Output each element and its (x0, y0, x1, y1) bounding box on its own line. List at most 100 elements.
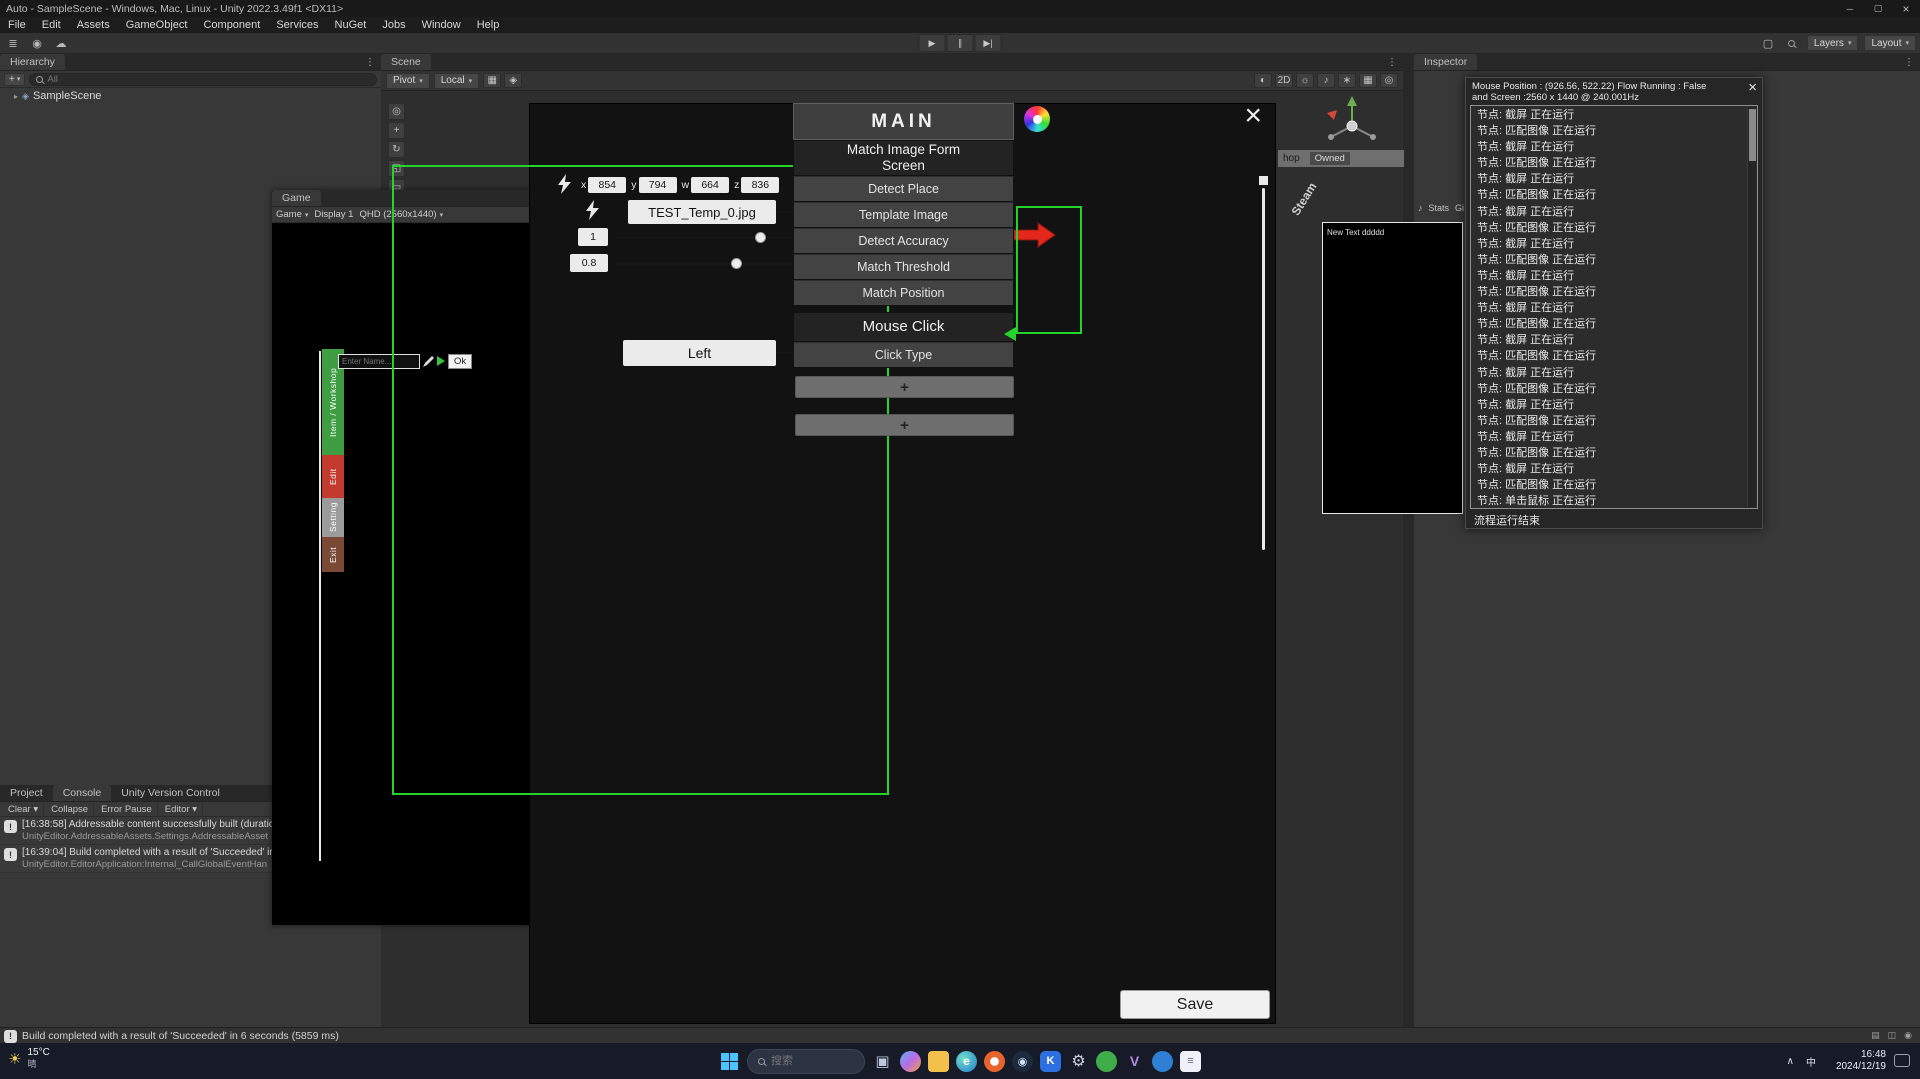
coordinate-field[interactable]: 854 (588, 177, 626, 193)
close-button[interactable]: × (1892, 0, 1920, 17)
add-object-button[interactable]: + ▾ (4, 73, 25, 86)
cloud-icon[interactable]: ☁ (52, 35, 70, 51)
menu-item[interactable]: NuGet (327, 17, 375, 33)
layers-dropdown[interactable]: Layers ▾ (1807, 35, 1859, 51)
maximize-button[interactable]: ▢ (1864, 0, 1892, 17)
task-view-icon[interactable]: ▣ (872, 1051, 893, 1072)
hierarchy-search-input[interactable] (47, 74, 370, 85)
blue-app-icon[interactable] (1152, 1051, 1173, 1072)
start-button[interactable] (719, 1051, 740, 1072)
click-type-dropdown[interactable]: Left (623, 340, 776, 366)
log-close-button[interactable]: × (1748, 79, 1757, 96)
2d-toggle[interactable]: 2D (1275, 73, 1293, 88)
template-image-field[interactable]: TEST_Temp_0.jpg (628, 200, 776, 224)
weather-widget[interactable]: ☀ 15°C 晴 (8, 1047, 50, 1070)
kebab-icon[interactable]: ⋮ (359, 54, 381, 70)
edge-icon[interactable]: e (956, 1051, 977, 1072)
grid-snap-icon[interactable]: ▦ (483, 73, 501, 88)
coordinate-field[interactable]: 794 (639, 177, 677, 193)
search-icon[interactable] (1783, 35, 1801, 51)
game-menu-item-exit[interactable]: Exit (322, 537, 344, 572)
status-icon[interactable]: ▤ (1871, 1030, 1880, 1041)
threshold-slider-knob[interactable] (731, 258, 742, 269)
grid-visibility-icon[interactable]: ▦ (1359, 73, 1377, 88)
display-dropdown[interactable]: Display 1 (314, 209, 353, 220)
expander-icon[interactable]: ▸ (14, 92, 18, 101)
menu-item[interactable]: Component (195, 17, 268, 33)
snap-icon[interactable]: ◈ (504, 73, 522, 88)
hierarchy-item-samplescene[interactable]: ▸ ◈ SampleScene (0, 88, 381, 104)
dialog-scrollbar-knob[interactable] (1259, 176, 1268, 185)
coordinate-field[interactable]: 664 (691, 177, 729, 193)
grid-icon[interactable]: ≣ (4, 35, 22, 51)
settings-icon[interactable]: ⚙ (1068, 1051, 1089, 1072)
taskbar-search-input[interactable] (771, 1055, 854, 1067)
menu-item[interactable]: Assets (69, 17, 118, 33)
pencil-icon[interactable] (423, 356, 434, 367)
green-app-icon[interactable] (1096, 1051, 1117, 1072)
accuracy-value-field[interactable]: 1 (578, 228, 608, 246)
taskbar-clock[interactable]: 16:48 2024/12/19 (1836, 1049, 1886, 1073)
log-scrollbar[interactable] (1747, 107, 1756, 507)
tab-scene[interactable]: Scene (381, 54, 431, 70)
name-input[interactable] (338, 354, 420, 369)
resolution-dropdown[interactable]: QHD (2560x1440) ▾ (359, 209, 443, 220)
notification-center-icon[interactable] (1894, 1054, 1910, 1067)
menu-item[interactable]: Edit (34, 17, 69, 33)
audio-mute-icon[interactable]: ♪ (1418, 203, 1423, 213)
tab-console[interactable]: Console (53, 785, 112, 801)
k-app-icon[interactable]: K (1040, 1051, 1061, 1072)
game-menu-item-edit[interactable]: Edit (322, 455, 344, 498)
handle-rotation-dropdown[interactable]: Local ▾ (434, 73, 479, 89)
console-toolbar-button[interactable]: Error Pause (96, 803, 158, 816)
dialog-close-button[interactable]: × (1244, 99, 1262, 133)
accuracy-slider-knob[interactable] (755, 232, 766, 243)
kebab-icon[interactable]: ⋮ (1898, 54, 1920, 70)
vs-icon[interactable]: V (1124, 1051, 1145, 1072)
hierarchy-search[interactable] (29, 73, 377, 86)
browser-icon[interactable] (984, 1051, 1005, 1072)
log-scrollbar-thumb[interactable] (1749, 109, 1756, 161)
status-icon[interactable]: ◫ (1888, 1030, 1897, 1041)
menu-item[interactable]: Window (414, 17, 469, 33)
stats-toggle[interactable]: Stats (1428, 203, 1449, 213)
mouse-click-node[interactable]: Mouse Click Click Type (793, 312, 1014, 368)
shaded-mode-icon[interactable]: ◐ (1254, 73, 1272, 88)
steam-icon[interactable]: ◉ (1012, 1051, 1033, 1072)
gizmos-dropdown[interactable]: Gi (1455, 203, 1464, 213)
tab-project[interactable]: Project (0, 785, 53, 801)
step-button[interactable]: ▶| (975, 34, 1002, 52)
console-toolbar-button[interactable]: Collapse (46, 803, 94, 816)
tab-hierarchy[interactable]: Hierarchy (0, 54, 65, 70)
menu-item[interactable]: Help (469, 17, 508, 33)
add-node-button[interactable]: + (795, 376, 1014, 398)
gizmos-icon[interactable]: ◎ (1380, 73, 1398, 88)
file-explorer-icon[interactable] (928, 1051, 949, 1072)
ime-language-indicator[interactable]: 中 (1806, 1054, 1816, 1069)
game-menu-item-setting[interactable]: Setting (322, 498, 344, 537)
menu-item[interactable]: Jobs (374, 17, 413, 33)
color-wheel-icon[interactable] (1024, 106, 1050, 132)
audio-icon[interactable]: ♪ (1317, 73, 1335, 88)
tab-version-control[interactable]: Unity Version Control (111, 785, 230, 801)
minimize-button[interactable]: ─ (1836, 0, 1864, 17)
kebab-icon[interactable]: ⋮ (1381, 54, 1403, 70)
scale-tool-icon[interactable]: ◱ (388, 160, 405, 177)
tray-expand-icon[interactable]: ∧ (1787, 1056, 1794, 1067)
game-mode-dropdown[interactable]: Game ▾ (276, 209, 308, 220)
effects-icon[interactable]: ∗ (1338, 73, 1356, 88)
pause-button[interactable]: ∥ (947, 34, 974, 52)
console-toolbar-button[interactable]: Clear ▾ (3, 803, 44, 816)
menu-item[interactable]: GameObject (118, 17, 196, 33)
add-node-button[interactable]: + (795, 414, 1014, 436)
save-button[interactable]: Save (1120, 990, 1270, 1019)
scene-gizmo[interactable] (1321, 93, 1383, 155)
status-icon[interactable]: ◉ (1904, 1030, 1912, 1041)
pivot-dropdown[interactable]: Pivot ▾ (386, 73, 430, 89)
match-image-node[interactable]: Match Image Form Screen Detect PlaceTemp… (793, 140, 1014, 306)
account-icon[interactable]: ◉ (28, 35, 46, 51)
copilot-icon[interactable] (900, 1051, 921, 1072)
dialog-scrollbar[interactable] (1262, 188, 1265, 550)
play-button[interactable]: ▶ (919, 34, 946, 52)
lighting-icon[interactable]: ☼ (1296, 73, 1314, 88)
